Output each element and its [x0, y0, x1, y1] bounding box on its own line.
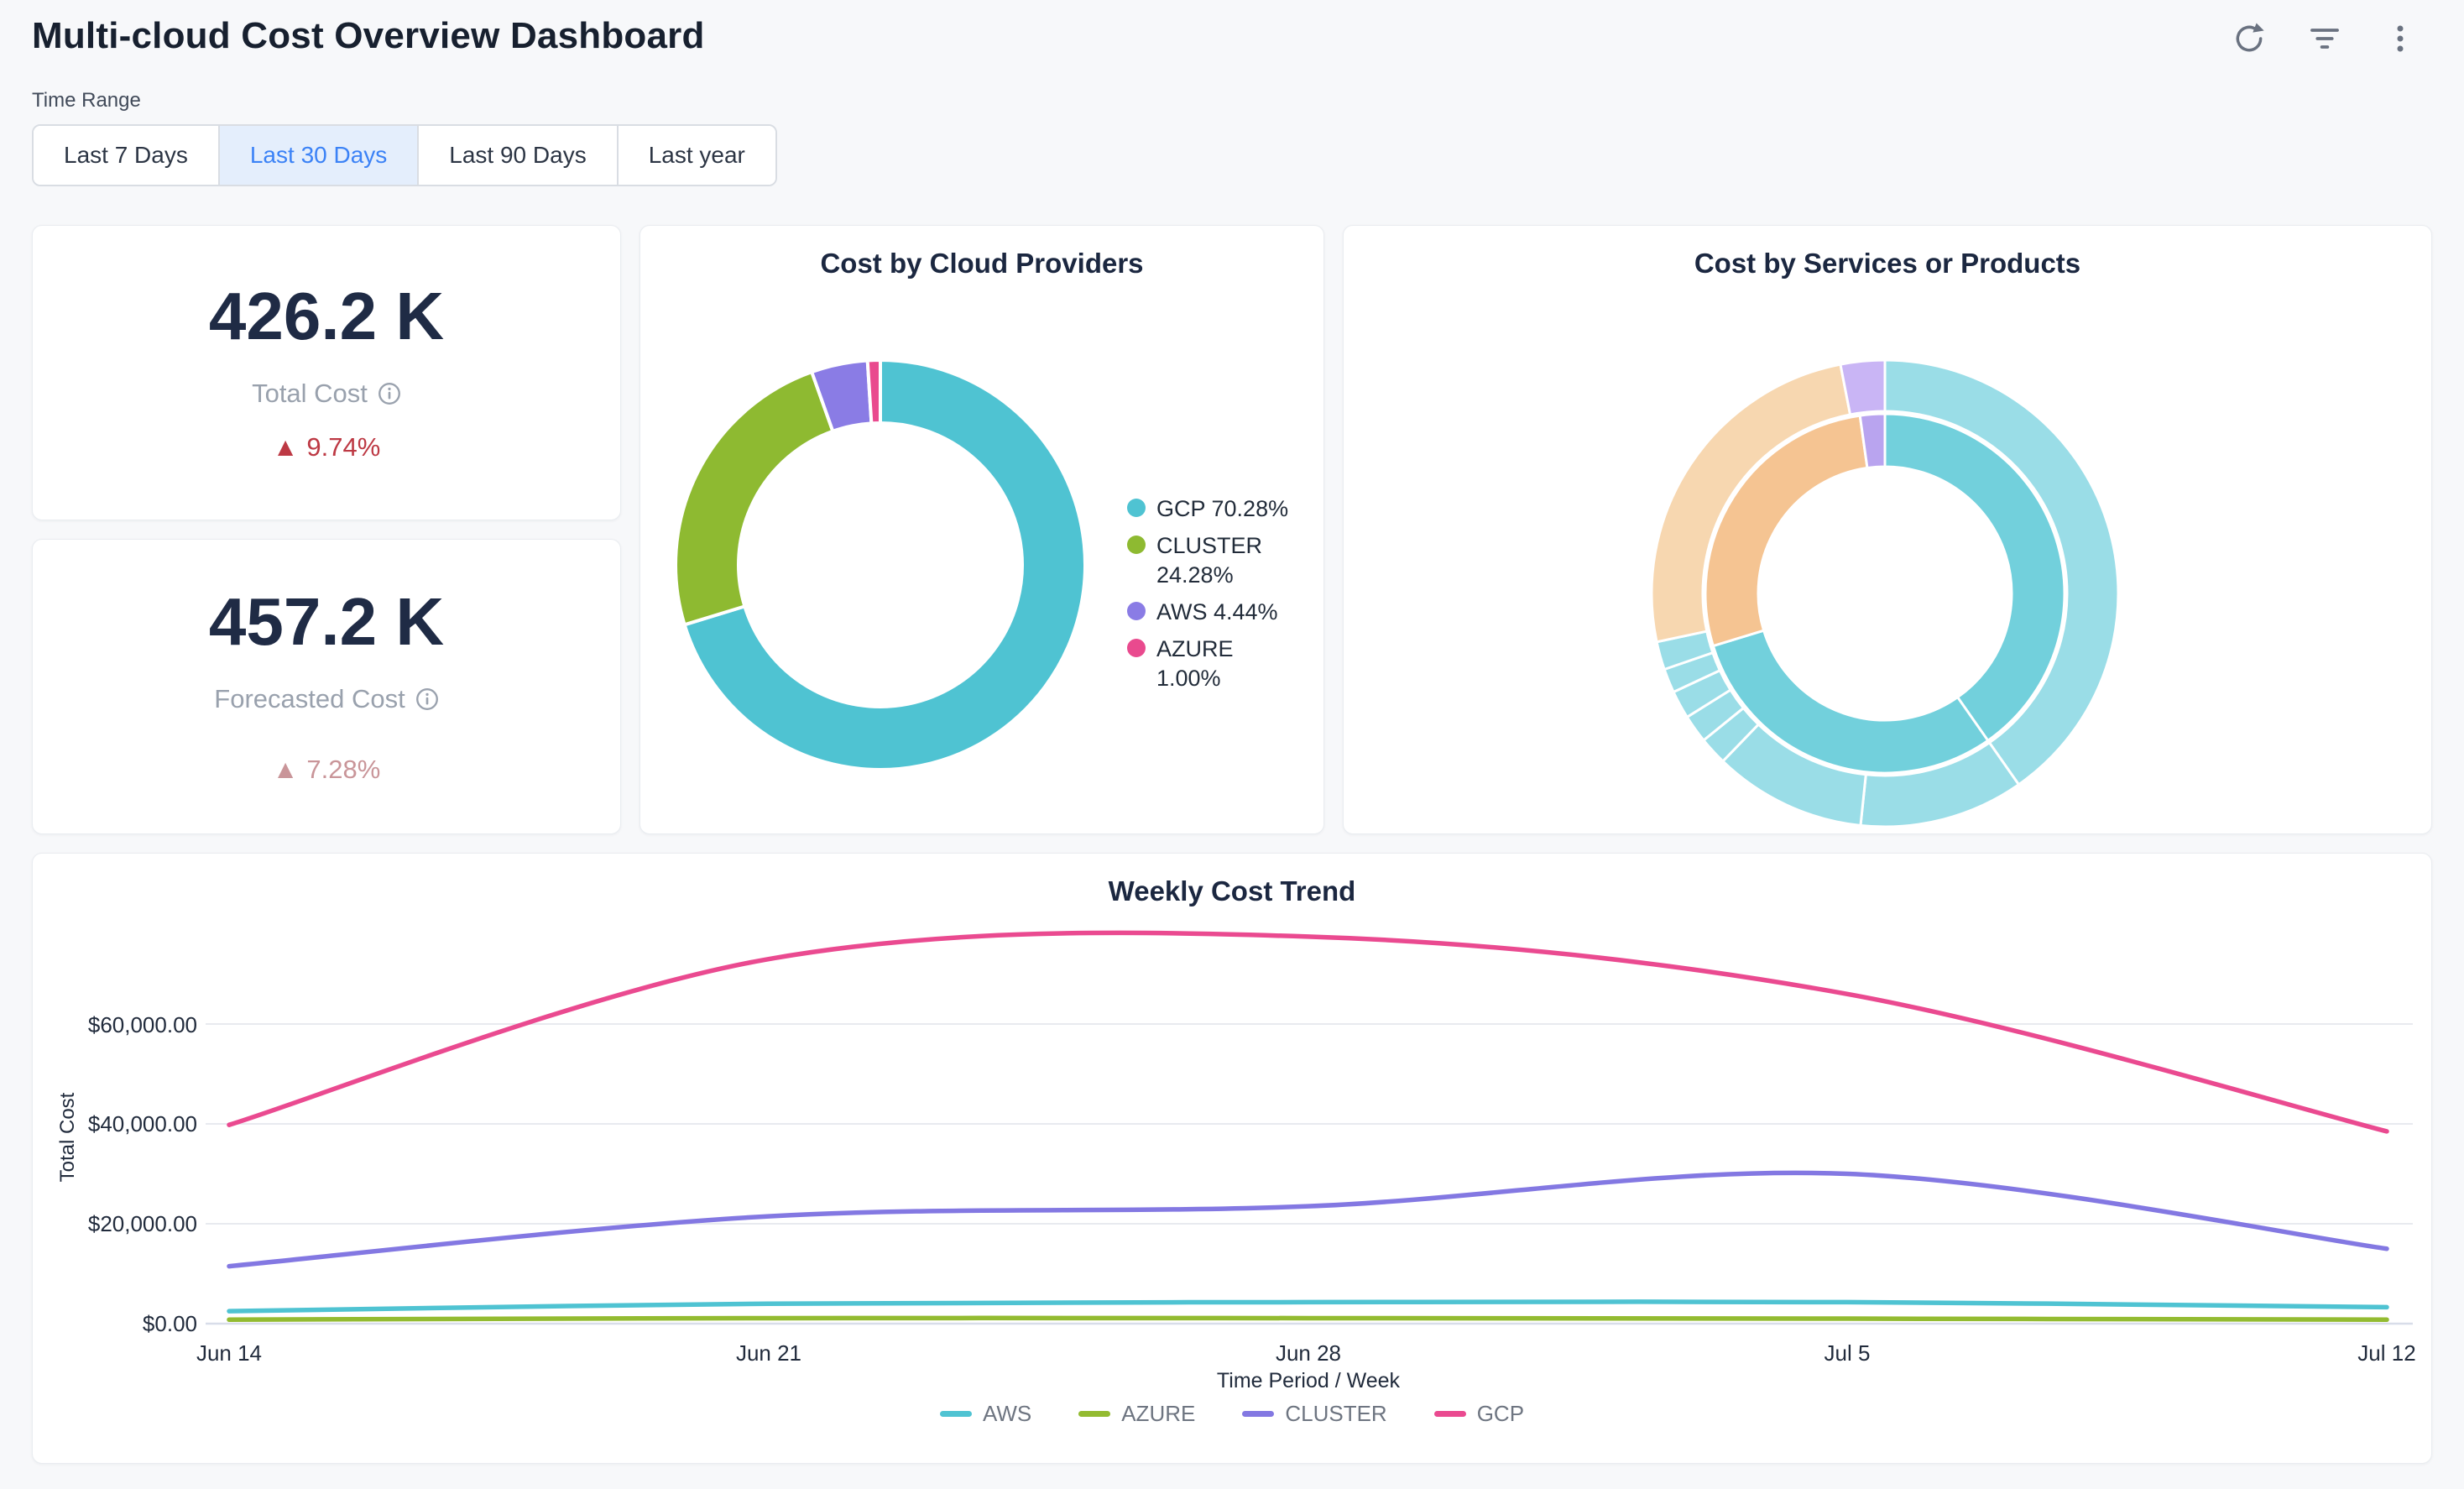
- x-tick: Jun 21: [702, 1340, 836, 1366]
- filter-button[interactable]: [2305, 18, 2345, 59]
- legend-item-cluster[interactable]: CLUSTER: [1242, 1401, 1386, 1427]
- filter-icon: [2308, 22, 2341, 55]
- total-cost-delta: ▲ 9.74%: [273, 432, 381, 462]
- info-icon[interactable]: [378, 382, 401, 405]
- legend-swatch: [1127, 602, 1146, 620]
- page-title: Multi-cloud Cost Overview Dashboard: [32, 15, 705, 57]
- more-vert-icon: [2383, 22, 2417, 55]
- legend-swatch: [1127, 536, 1146, 554]
- legend-swatch: [940, 1411, 972, 1417]
- refresh-icon: [2232, 22, 2266, 55]
- x-axis-title: Time Period / Week: [1141, 1369, 1476, 1393]
- legend-item-cluster[interactable]: CLUSTER 24.28%: [1127, 531, 1303, 590]
- legend-swatch: [1242, 1411, 1274, 1417]
- more-options-button[interactable]: [2380, 18, 2420, 59]
- legend-swatch: [1127, 499, 1146, 517]
- total-cost-value: 426.2 K: [209, 283, 444, 350]
- donut-legend: GCP 70.28% CLUSTER 24.28% AWS 4.44% AZUR…: [1127, 494, 1303, 702]
- forecasted-cost-card: 457.2 K Forecasted Cost ▲ 7.28%: [32, 539, 621, 834]
- time-range-last-90-days[interactable]: Last 90 Days: [417, 126, 616, 185]
- legend-swatch: [1127, 639, 1146, 657]
- delta-up-arrow: ▲: [273, 432, 299, 462]
- refresh-button[interactable]: [2229, 18, 2269, 59]
- services-sunburst-chart[interactable]: [1344, 226, 2431, 833]
- time-range-button-group: Last 7 Days Last 30 Days Last 90 Days La…: [32, 124, 777, 186]
- forecasted-cost-label: Forecasted Cost: [214, 684, 405, 714]
- x-tick: Jul 5: [1780, 1340, 1914, 1366]
- legend-item-aws[interactable]: AWS 4.44%: [1127, 598, 1303, 627]
- time-range-label: Time Range: [32, 89, 141, 112]
- total-cost-label: Total Cost: [252, 379, 368, 409]
- legend-item-gcp[interactable]: GCP 70.28%: [1127, 494, 1303, 524]
- delta-value: 9.74%: [306, 432, 380, 462]
- cost-by-cloud-providers-card: Cost by Cloud Providers GCP 70.28% CLUST…: [639, 225, 1324, 834]
- time-range-last-year[interactable]: Last year: [617, 126, 775, 185]
- forecasted-cost-delta: ▲ 7.28%: [273, 755, 381, 785]
- cost-by-services-card: Cost by Services or Products: [1343, 225, 2432, 834]
- info-icon[interactable]: [415, 687, 439, 711]
- weekly-cost-trend-card: Weekly Cost Trend Total Cost $60,000.00 …: [32, 853, 2432, 1464]
- legend-item-azure[interactable]: AZURE: [1078, 1401, 1195, 1427]
- time-range-last-30-days[interactable]: Last 30 Days: [218, 126, 417, 185]
- x-tick: Jun 28: [1241, 1340, 1376, 1366]
- x-tick: Jul 12: [2320, 1340, 2454, 1366]
- time-range-last-7-days[interactable]: Last 7 Days: [34, 126, 218, 185]
- dashboard-page: Multi-cloud Cost Overview Dashboard Time…: [0, 0, 2464, 1489]
- forecasted-cost-value: 457.2 K: [209, 588, 444, 656]
- delta-value: 7.28%: [306, 755, 380, 785]
- x-tick: Jun 14: [162, 1340, 296, 1366]
- trend-legend: AWS AZURE CLUSTER GCP: [33, 1401, 2431, 1427]
- legend-swatch: [1078, 1411, 1110, 1417]
- legend-swatch: [1434, 1411, 1466, 1417]
- total-cost-card: 426.2 K Total Cost ▲ 9.74%: [32, 225, 621, 520]
- legend-item-azure[interactable]: AZURE 1.00%: [1127, 635, 1303, 693]
- delta-up-arrow: ▲: [273, 755, 299, 785]
- header-toolbar: [2229, 18, 2420, 59]
- legend-item-gcp[interactable]: GCP: [1434, 1401, 1524, 1427]
- legend-item-aws[interactable]: AWS: [940, 1401, 1031, 1427]
